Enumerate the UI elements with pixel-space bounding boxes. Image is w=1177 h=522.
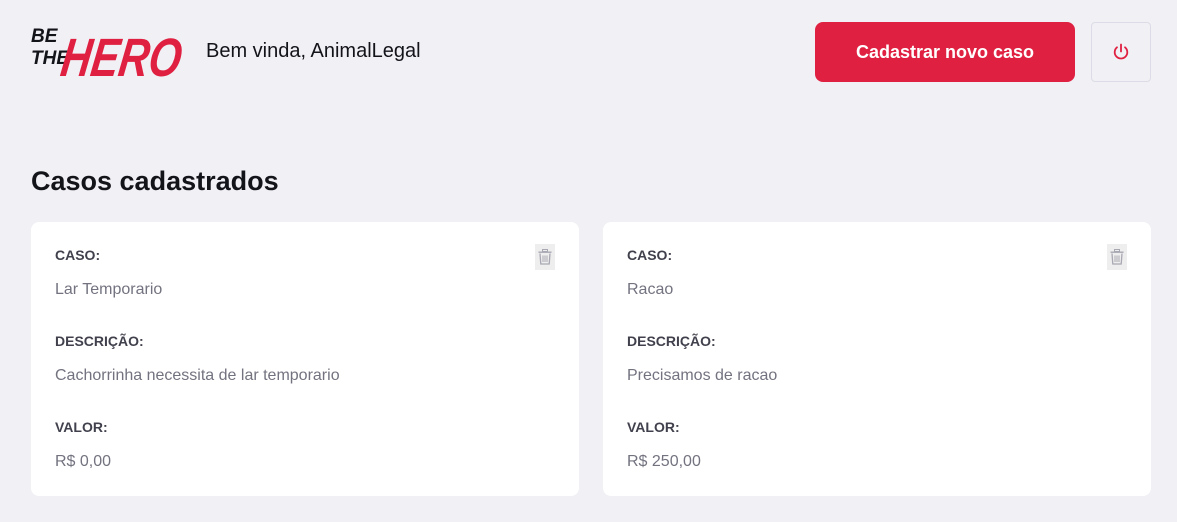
header: BE THE HERO Bem vinda, AnimalLegal Cadas… [0, 0, 1177, 110]
case-card: CASO: Racao DESCRIÇÃO: Precisamos de rac… [603, 222, 1151, 496]
page-title: Casos cadastrados [31, 166, 279, 196]
be-the-hero-logo: BE THE HERO [31, 26, 183, 84]
case-title: Lar Temporario [55, 281, 163, 298]
case-description: Precisamos de racao [627, 367, 778, 384]
case-value: R$ 250,00 [627, 453, 701, 470]
case-description: Cachorrinha necessita de lar temporario [55, 367, 340, 384]
case-title: Racao [627, 281, 674, 298]
delete-case-button[interactable] [1107, 244, 1127, 270]
register-new-case-button[interactable]: Cadastrar novo caso [815, 22, 1075, 82]
case-card: CASO: Lar Temporario DESCRIÇÃO: Cachorri… [31, 222, 579, 496]
power-icon [1113, 43, 1129, 60]
description-label: DESCRIÇÃO: [55, 333, 144, 349]
trash-icon [538, 249, 552, 265]
logo-hero: HERO [57, 28, 183, 84]
case-value: R$ 0,00 [55, 453, 112, 470]
welcome-text: Bem vinda, AnimalLegal [206, 40, 421, 62]
logout-button[interactable] [1091, 22, 1151, 82]
trash-icon [1110, 249, 1124, 265]
value-label: VALOR: [627, 419, 680, 435]
logo-be: BE [31, 26, 59, 47]
value-label: VALOR: [55, 419, 108, 435]
delete-case-button[interactable] [535, 244, 555, 270]
description-label: DESCRIÇÃO: [627, 333, 716, 349]
case-label: CASO: [627, 247, 673, 263]
case-label: CASO: [55, 247, 101, 263]
